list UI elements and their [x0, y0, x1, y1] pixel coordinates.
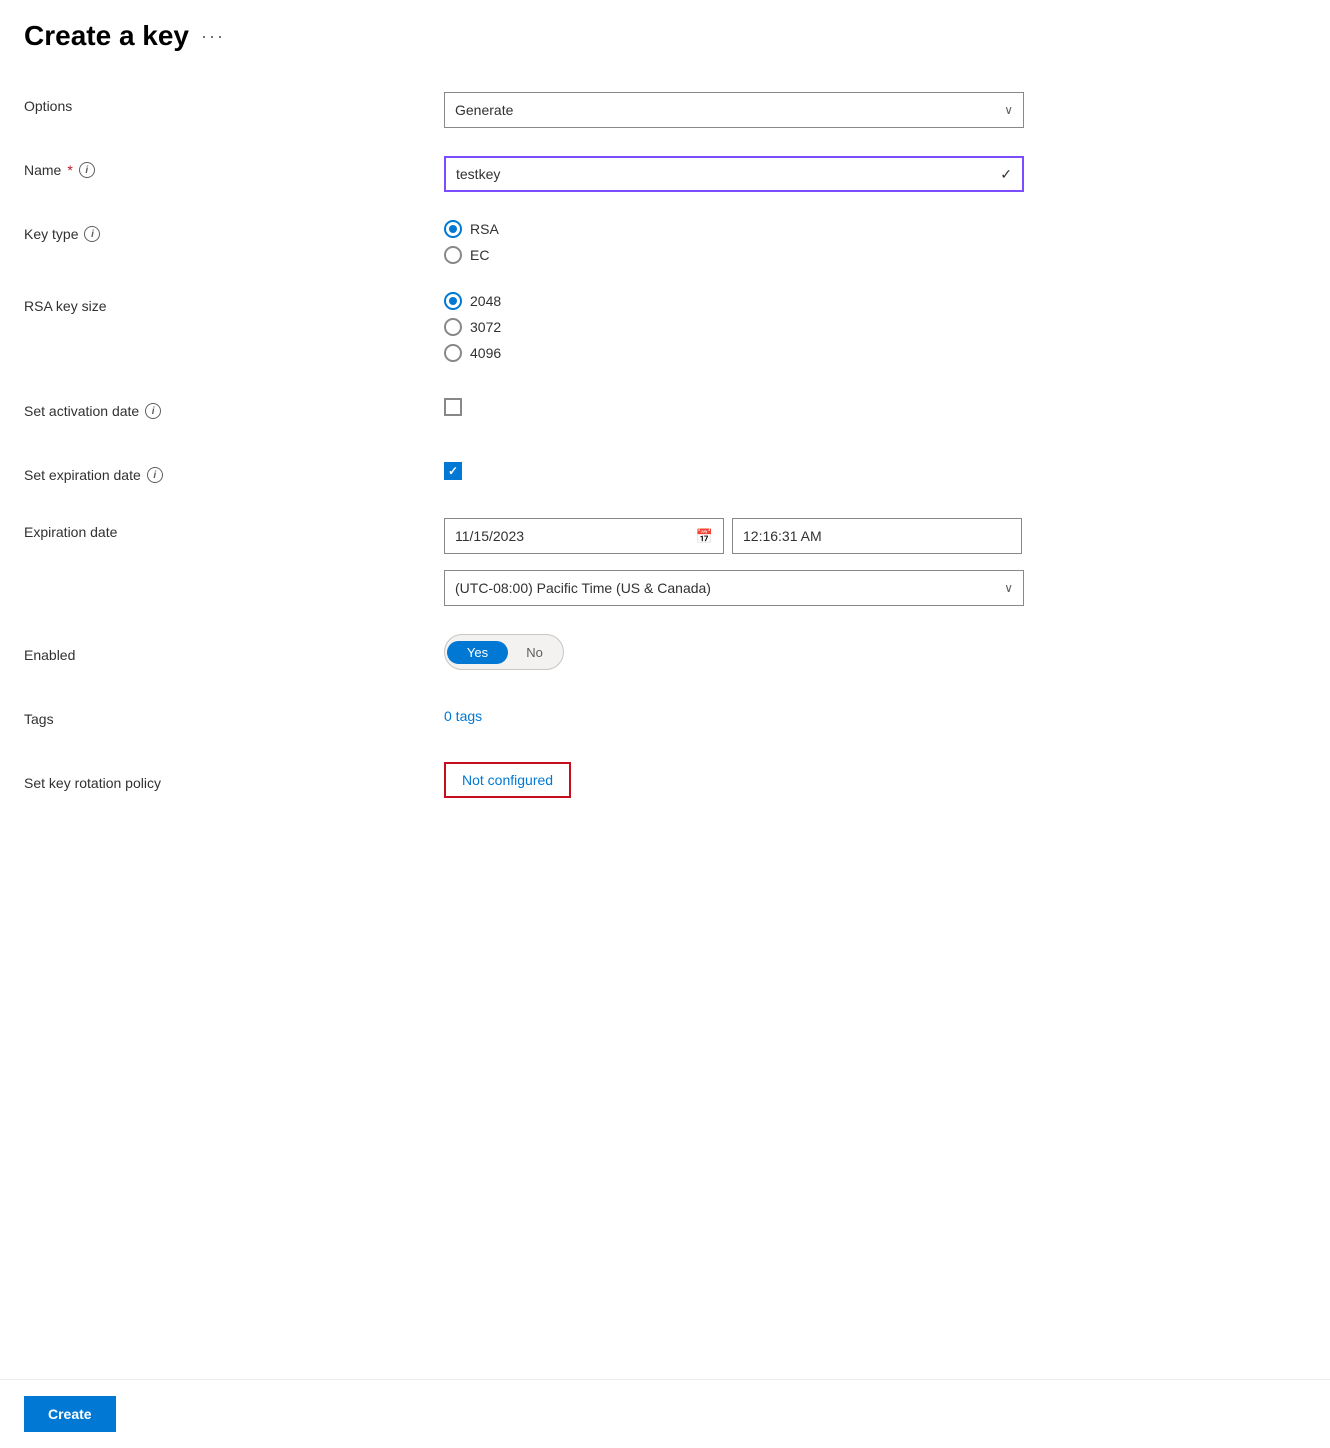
- rsa-size-2048-radio[interactable]: [444, 292, 462, 310]
- footer: Create: [0, 1379, 1330, 1448]
- enabled-toggle-wrapper: Yes No: [444, 634, 1306, 670]
- form-container: Options Generate ∨ Name * i ✓ Key type i: [0, 68, 1330, 1379]
- more-options-icon[interactable]: ···: [201, 26, 225, 47]
- activation-date-row: Set activation date i: [24, 390, 1306, 426]
- rsa-size-4096-label: 4096: [470, 345, 501, 361]
- key-type-control: RSA EC: [444, 220, 1306, 264]
- enabled-row: Enabled Yes No: [24, 634, 1306, 670]
- tags-row: Tags 0 tags: [24, 698, 1306, 734]
- tags-label: Tags: [24, 705, 444, 727]
- page-header: Create a key ···: [0, 0, 1330, 68]
- options-control: Generate ∨: [444, 92, 1306, 128]
- name-label: Name * i: [24, 156, 444, 178]
- name-row: Name * i ✓: [24, 156, 1306, 192]
- rsa-key-size-radio-group: 2048 3072 4096: [444, 292, 1306, 362]
- tags-control: 0 tags: [444, 708, 1306, 724]
- chevron-down-icon: ∨: [1004, 103, 1013, 117]
- calendar-icon[interactable]: 📅: [696, 528, 713, 545]
- options-dropdown[interactable]: Generate ∨: [444, 92, 1024, 128]
- rsa-size-3072-radio[interactable]: [444, 318, 462, 336]
- key-type-rsa-radio[interactable]: [444, 220, 462, 238]
- timezone-dropdown[interactable]: (UTC-08:00) Pacific Time (US & Canada) ∨: [444, 570, 1024, 606]
- toggle-no: No: [508, 641, 561, 664]
- rsa-size-2048-item[interactable]: 2048: [444, 292, 1306, 310]
- key-rotation-policy-row: Set key rotation policy Not configured: [24, 762, 1306, 798]
- rsa-key-size-row: RSA key size 2048 3072 4096: [24, 292, 1306, 362]
- expiration-date-checkbox[interactable]: [444, 462, 462, 480]
- required-star: *: [67, 162, 72, 178]
- options-row: Options Generate ∨: [24, 92, 1306, 128]
- not-configured-link[interactable]: Not configured: [462, 772, 553, 788]
- activation-date-control: [444, 398, 1306, 419]
- rsa-size-4096-item[interactable]: 4096: [444, 344, 1306, 362]
- expiration-date-toggle-label: Set expiration date i: [24, 461, 444, 483]
- key-type-ec-label: EC: [470, 247, 489, 263]
- key-type-rsa-label: RSA: [470, 221, 499, 237]
- options-label: Options: [24, 92, 444, 114]
- key-type-rsa-item[interactable]: RSA: [444, 220, 1306, 238]
- name-info-icon[interactable]: i: [79, 162, 95, 178]
- expiration-time-input[interactable]: [732, 518, 1022, 554]
- checkmark-icon: ✓: [1000, 166, 1012, 183]
- create-button[interactable]: Create: [24, 1396, 116, 1432]
- expiration-date-row: Expiration date 📅 (UTC-08:00) Pacific Ti…: [24, 518, 1306, 606]
- key-type-label: Key type i: [24, 220, 444, 242]
- timezone-chevron-icon: ∨: [1004, 581, 1013, 595]
- not-configured-wrapper: Not configured: [444, 762, 571, 798]
- key-rotation-policy-label: Set key rotation policy: [24, 769, 444, 791]
- date-input-wrapper: 📅: [444, 518, 724, 554]
- activation-date-checkbox[interactable]: [444, 398, 462, 416]
- toggle-yes: Yes: [447, 641, 508, 664]
- enabled-control: Yes No: [444, 634, 1306, 670]
- name-control: ✓: [444, 156, 1306, 192]
- tags-link[interactable]: 0 tags: [444, 708, 482, 724]
- rsa-size-4096-radio[interactable]: [444, 344, 462, 362]
- enabled-label: Enabled: [24, 641, 444, 663]
- expiration-date-input[interactable]: [455, 528, 696, 544]
- page-title: Create a key: [24, 20, 189, 52]
- expiration-date-toggle-row: Set expiration date i: [24, 454, 1306, 490]
- rsa-key-size-label: RSA key size: [24, 292, 444, 314]
- rsa-size-3072-item[interactable]: 3072: [444, 318, 1306, 336]
- rsa-key-size-control: 2048 3072 4096: [444, 292, 1306, 362]
- key-type-row: Key type i RSA EC: [24, 220, 1306, 264]
- key-type-ec-item[interactable]: EC: [444, 246, 1306, 264]
- expiration-date-control: 📅 (UTC-08:00) Pacific Time (US & Canada)…: [444, 518, 1306, 606]
- enabled-toggle[interactable]: Yes No: [444, 634, 564, 670]
- key-type-info-icon[interactable]: i: [84, 226, 100, 242]
- key-rotation-policy-control: Not configured: [444, 762, 1306, 798]
- key-type-ec-radio[interactable]: [444, 246, 462, 264]
- name-input-wrapper: ✓: [444, 156, 1024, 192]
- activation-date-info-icon[interactable]: i: [145, 403, 161, 419]
- key-type-radio-group: RSA EC: [444, 220, 1306, 264]
- expiration-date-label: Expiration date: [24, 518, 444, 540]
- name-input[interactable]: [456, 166, 1000, 182]
- date-time-row: 📅: [444, 518, 1306, 554]
- options-value: Generate: [455, 102, 513, 118]
- rsa-size-2048-label: 2048: [470, 293, 501, 309]
- expiration-date-toggle-control: [444, 462, 1306, 483]
- activation-date-label: Set activation date i: [24, 397, 444, 419]
- rsa-size-3072-label: 3072: [470, 319, 501, 335]
- timezone-value: (UTC-08:00) Pacific Time (US & Canada): [455, 580, 711, 596]
- expiration-date-toggle-info-icon[interactable]: i: [147, 467, 163, 483]
